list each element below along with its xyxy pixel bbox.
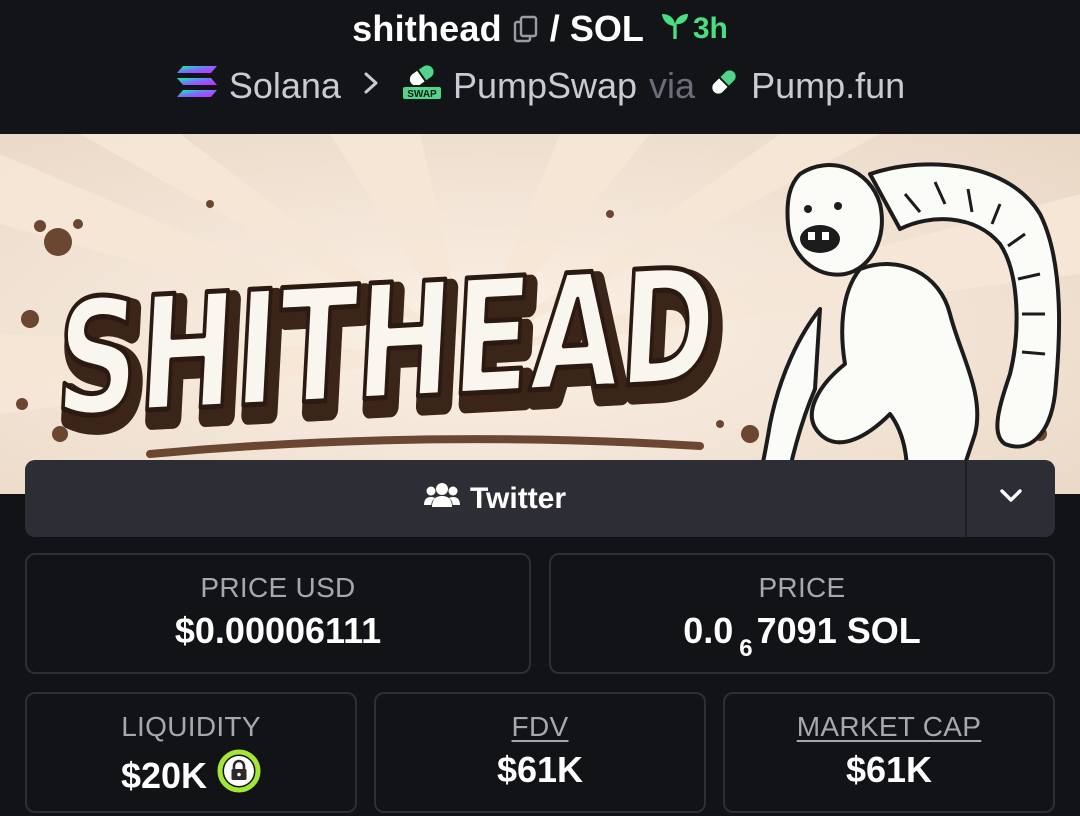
chevron-right-icon xyxy=(361,68,381,105)
dex-link[interactable]: SWAP PumpSwap xyxy=(400,62,638,111)
pair-header: shithead / SOL 3h Solana SWAP PumpSwap v… xyxy=(0,0,1080,134)
price-native-card: PRICE 0.0 6 7091 SOL xyxy=(549,553,1055,674)
price-usd-label: PRICE USD xyxy=(200,572,356,603)
pill-icon xyxy=(707,65,741,108)
age-text: 3h xyxy=(692,12,728,45)
twitter-button[interactable]: Twitter xyxy=(25,460,965,537)
copy-icon[interactable] xyxy=(512,14,540,44)
via-text: via xyxy=(649,65,696,106)
price-native-zero-count: 6 xyxy=(739,635,753,662)
fdv-card[interactable]: FDV $61K xyxy=(374,692,706,813)
dex-name: PumpSwap xyxy=(452,65,638,106)
seedling-icon xyxy=(660,11,690,47)
socials-dropdown-toggle[interactable] xyxy=(967,460,1055,537)
launchpad-link[interactable]: Pump.fun xyxy=(707,65,905,108)
dex-badge-text: SWAP xyxy=(407,89,437,100)
launchpad-name: Pump.fun xyxy=(751,65,906,106)
fdv-value: $61K xyxy=(496,749,584,790)
chain-name: Solana xyxy=(228,65,341,106)
social-links-bar: Twitter xyxy=(25,460,1055,537)
svg-text:SHITHEAD: SHITHEAD xyxy=(52,234,721,453)
pair-age: 3h xyxy=(660,11,728,47)
users-icon xyxy=(423,481,460,517)
market-cap-card[interactable]: MARKET CAP $61K xyxy=(723,692,1055,813)
banner-title-art: SHITHEAD SHITHEAD xyxy=(47,232,736,473)
price-usd-value: $0.00006111 xyxy=(174,610,382,651)
lock-icon[interactable] xyxy=(217,749,261,802)
quote-token: SOL xyxy=(569,8,644,49)
liquidity-value: $20K xyxy=(120,754,208,796)
market-cap-value: $61K xyxy=(845,749,933,790)
solana-logo-icon xyxy=(175,64,219,109)
twitter-label: Twitter xyxy=(469,481,567,515)
price-native-digits: 7091 xyxy=(756,610,837,651)
price-native-label: PRICE xyxy=(758,572,846,603)
price-usd-card: PRICE USD $0.00006111 xyxy=(25,553,531,674)
liquidity-value-row: $20K xyxy=(121,749,261,802)
fdv-label[interactable]: FDV xyxy=(512,711,569,743)
token-name: shithead xyxy=(352,8,502,49)
liquidity-card: LIQUIDITY $20K xyxy=(25,692,357,813)
token-banner: SHITHEAD SHITHEAD xyxy=(0,134,1080,494)
market-cap-label[interactable]: MARKET CAP xyxy=(797,711,982,743)
pumpswap-logo-icon: SWAP xyxy=(400,62,443,111)
pair-separator: / xyxy=(549,8,560,49)
pair-title: shithead / SOL 3h xyxy=(0,8,1080,50)
price-native-value: 0.0 6 7091 SOL xyxy=(683,610,921,662)
breadcrumb: Solana SWAP PumpSwap via Pump.fun xyxy=(0,62,1080,110)
liquidity-label: LIQUIDITY xyxy=(121,711,261,742)
chevron-down-icon xyxy=(999,488,1023,509)
price-native-unit: SOL xyxy=(846,610,921,651)
price-native-prefix: 0.0 xyxy=(683,610,734,651)
chain-link[interactable]: Solana xyxy=(175,64,341,109)
